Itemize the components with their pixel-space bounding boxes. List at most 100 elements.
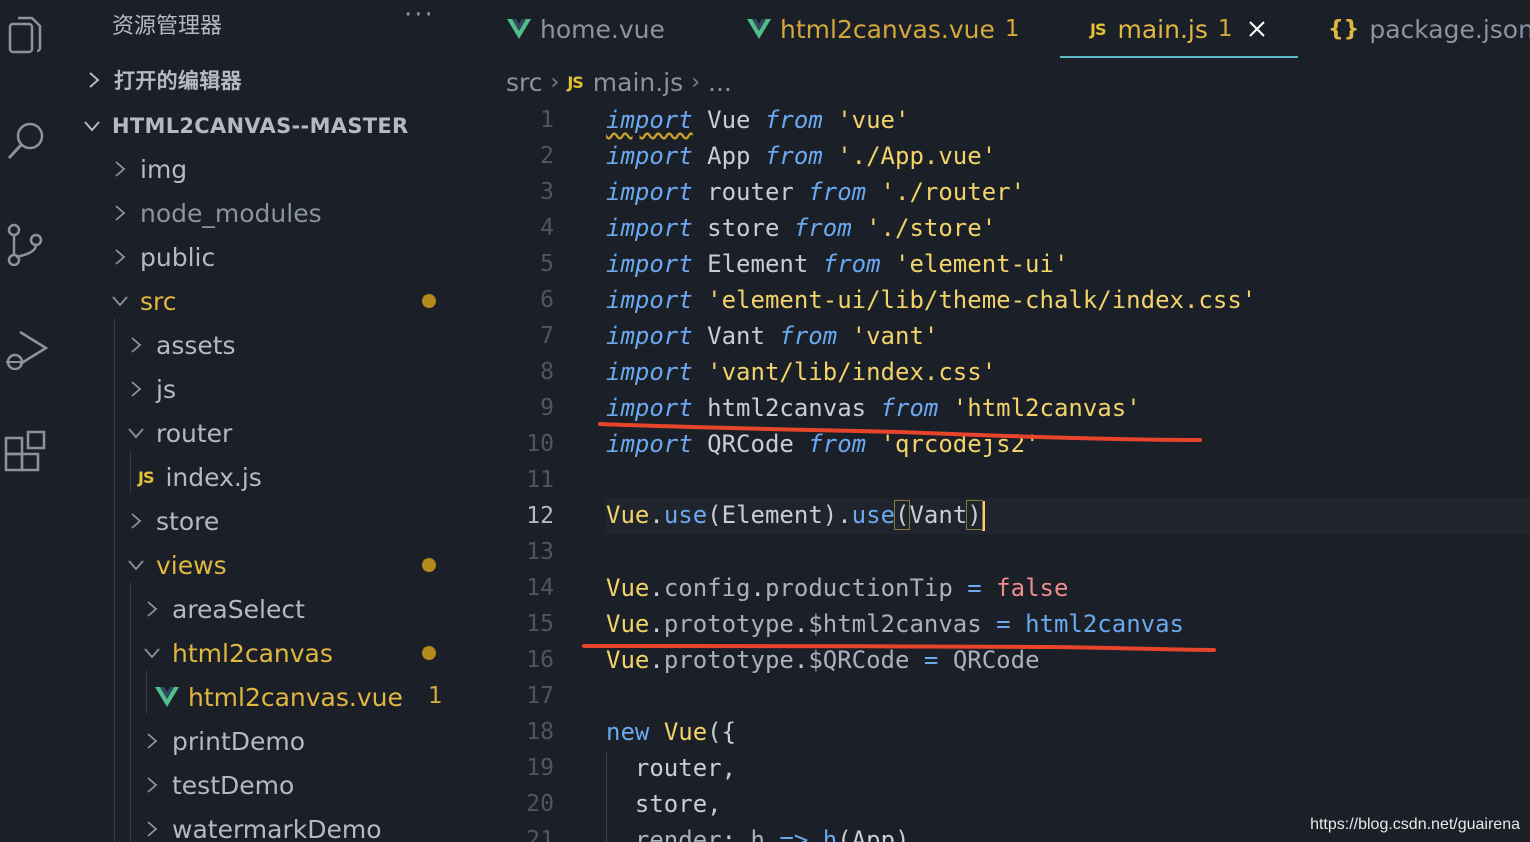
chevron-right-icon (110, 247, 130, 267)
chevron-right-icon (142, 599, 162, 619)
line-number: 12 (526, 503, 554, 529)
line-number: 17 (526, 683, 554, 709)
tree-item-index-js[interactable]: JS index.js (52, 455, 490, 499)
chevron-right-icon (142, 775, 162, 795)
tree-item-html2canvas-vue[interactable]: html2canvas.vue 1 (52, 675, 490, 719)
line-number: 1 (540, 107, 554, 133)
project-label: HTML2CANVAS--MASTER (112, 114, 409, 138)
code-line: 17 (490, 678, 1530, 714)
code-line: 19 router, (490, 750, 1530, 786)
line-number: 20 (526, 791, 554, 817)
code-text: import Element from 'element-ui' (606, 250, 1069, 278)
editor-tabs: home.vue html2canvas.vue 1 JS main.js 1 … (490, 0, 1530, 58)
tree-item-test-demo[interactable]: testDemo (52, 763, 490, 807)
code-line: 5 import Element from 'element-ui' (490, 246, 1530, 282)
close-icon[interactable] (1247, 19, 1267, 39)
code-editor[interactable]: 1 import Vue from 'vue' 2 import App from … (490, 100, 1530, 842)
code-line: 7 import Vant from 'vant' (490, 318, 1530, 354)
tree-item-label: printDemo (172, 726, 306, 756)
tab-label: home.vue (540, 14, 665, 44)
tree-item-views[interactable]: views (52, 543, 490, 587)
tree-item-print-demo[interactable]: printDemo (52, 719, 490, 763)
search-icon[interactable] (0, 112, 52, 168)
breadcrumb-folder[interactable]: src (506, 68, 543, 97)
line-number: 21 (526, 827, 554, 842)
more-actions-icon[interactable]: ··· (404, 0, 435, 30)
extensions-icon[interactable] (0, 424, 52, 480)
tree-item-label: areaSelect (172, 594, 305, 624)
tab-package-json[interactable]: {} package.json (1328, 0, 1530, 58)
code-text: import Vant from 'vant' (606, 322, 939, 350)
line-number: 15 (526, 611, 554, 637)
code-text: Vue.prototype.$QRCode = QRCode (606, 646, 1040, 674)
code-line: 16 Vue.prototype.$QRCode = QRCode (490, 642, 1530, 678)
chevron-right-icon: › (550, 69, 560, 95)
tree-item-label: html2canvas.vue (188, 682, 403, 712)
tree-item-store[interactable]: store (52, 499, 490, 543)
tree-item-label: assets (156, 330, 236, 360)
code-line: 14 Vue.config.productionTip = false (490, 570, 1530, 606)
tab-home-vue[interactable]: home.vue (506, 0, 665, 58)
chevron-right-icon (84, 70, 104, 90)
code-line: 15 Vue.prototype.$html2canvas = html2canv… (490, 606, 1530, 642)
tree-item-label: store (156, 506, 220, 536)
source-control-icon[interactable] (0, 216, 52, 272)
chevron-right-icon: › (691, 69, 700, 95)
chevron-right-icon (126, 511, 146, 531)
tree-item-label: public (140, 242, 216, 272)
line-number: 9 (540, 395, 554, 421)
project-section[interactable]: HTML2CANVAS--MASTER (52, 104, 490, 148)
tree-item-label: testDemo (172, 770, 295, 800)
tree-item-area-select[interactable]: areaSelect (52, 587, 490, 631)
tree-item-label: views (156, 550, 227, 580)
tab-html2canvas-vue[interactable]: html2canvas.vue 1 (746, 0, 1020, 58)
chevron-right-icon (110, 159, 130, 179)
explorer-title: 资源管理器 (112, 14, 223, 39)
tree-item-public[interactable]: public (52, 235, 490, 279)
tree-item-label: src (140, 286, 177, 316)
open-editors-section[interactable]: 打开的编辑器 (52, 58, 490, 102)
chevron-right-icon (126, 335, 146, 355)
tab-main-js[interactable]: JS main.js 1 (1090, 0, 1267, 58)
breadcrumb-more[interactable]: ... (708, 68, 732, 97)
modified-dot (422, 558, 436, 572)
problem-count-badge: 1 (428, 683, 443, 709)
tree-item-assets[interactable]: assets (52, 323, 490, 367)
tree-item-router[interactable]: router (52, 411, 490, 455)
code-line: 11 (490, 462, 1530, 498)
line-number: 3 (540, 179, 554, 205)
tab-label: html2canvas.vue (780, 14, 995, 44)
problem-count-badge: 1 (1004, 16, 1020, 42)
code-text: import QRCode from 'qrcodejs2' (606, 430, 1040, 458)
tree-item-watermark-demo[interactable]: watermarkDemo (52, 807, 490, 842)
modified-dot (422, 294, 436, 308)
code-line: 4 import store from './store' (490, 210, 1530, 246)
tree-item-src[interactable]: src (52, 279, 490, 323)
breadcrumb-file[interactable]: main.js (593, 68, 683, 97)
chevron-down-icon (110, 291, 130, 311)
files-icon[interactable] (0, 8, 52, 64)
code-line: 18 new Vue({ (490, 714, 1530, 750)
tree-item-node-modules[interactable]: node_modules (52, 191, 490, 235)
run-debug-icon[interactable] (0, 320, 52, 376)
code-line: 2 import App from './App.vue' (490, 138, 1530, 174)
line-number: 6 (540, 287, 554, 313)
code-text: import App from './App.vue' (606, 142, 997, 170)
code-line: 6 import 'element-ui/lib/theme-chalk/inde… (490, 282, 1530, 318)
chevron-right-icon (110, 203, 130, 223)
vue-file-icon (747, 19, 771, 39)
tree-item-img[interactable]: img (52, 147, 490, 191)
code-line: 3 import router from './router' (490, 174, 1530, 210)
code-line: 13 (490, 534, 1530, 570)
activity-bar (0, 0, 52, 842)
tree-item-label: js (156, 374, 176, 404)
line-number: 18 (526, 719, 554, 745)
tree-item-html2canvas-folder[interactable]: html2canvas (52, 631, 490, 675)
explorer-sidebar: 资源管理器 ··· 打开的编辑器 HTML2CANVAS--MASTER img… (52, 0, 490, 842)
chevron-down-icon (142, 643, 162, 663)
tree-item-js[interactable]: js (52, 367, 490, 411)
watermark: https://blog.csdn.net/guairena (1310, 816, 1520, 833)
code-text: import store from './store' (606, 214, 997, 242)
tree-item-label: index.js (165, 462, 262, 492)
chevron-right-icon (142, 819, 162, 839)
